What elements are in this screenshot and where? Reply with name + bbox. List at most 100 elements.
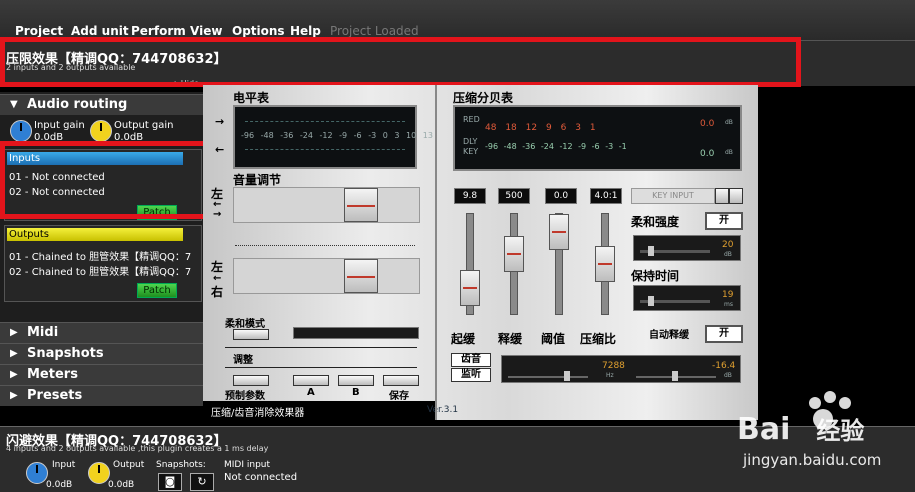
level-meter: -96 -48 -36 -24 -12 -9 -6 -3 0 3 10 13: [233, 105, 433, 169]
softness-slider-thumb[interactable]: [648, 246, 654, 256]
threshold-value: 0.0: [545, 188, 577, 204]
attack-fader[interactable]: [460, 213, 480, 315]
soft-mode-label: 柔和模式: [225, 319, 265, 330]
watermark-brand: Bai 经验: [737, 412, 865, 447]
red-scale: 48 18 12 9 6 3 1: [485, 123, 596, 133]
save-button[interactable]: [383, 375, 419, 386]
ratio-value: 4.0:1: [590, 188, 622, 204]
deess-panel: 7288 Hz -16.4 dB: [501, 355, 741, 383]
soft-mode-button[interactable]: [233, 329, 269, 340]
volume-slider-bottom[interactable]: [233, 258, 420, 294]
threshold-fader[interactable]: [549, 213, 569, 315]
attack-fader-thumb[interactable]: [460, 270, 480, 306]
softness-toggle[interactable]: 开: [705, 212, 743, 230]
volume-slider-thumb[interactable]: [344, 259, 378, 293]
a-label: A: [307, 387, 315, 398]
menu-project[interactable]: Project: [15, 24, 63, 38]
face-footer: 压缩/齿音消除效果器: [203, 401, 435, 420]
hold-slider[interactable]: 19 ms: [633, 285, 741, 311]
b-button[interactable]: [338, 375, 374, 386]
level-scale: -96 -48 -36 -24 -12 -9 -6 -3 0 3 10 13: [241, 131, 433, 140]
menu-help[interactable]: Help: [290, 24, 321, 38]
adjust-label: 调整: [233, 355, 253, 366]
audio-routing-label: Audio routing: [27, 97, 128, 112]
release-fader[interactable]: [504, 213, 524, 315]
volume-title: 音量调节: [233, 173, 282, 187]
key-value: 0.0: [700, 149, 715, 159]
freq-value: 7288: [602, 361, 625, 371]
audio-routing-header[interactable]: ▼ Audio routing: [0, 94, 203, 115]
baidu-watermark: Bai 经验 jingyan.baidu.com: [735, 385, 905, 485]
volume-slider-top[interactable]: [233, 187, 420, 223]
key-input-toggle[interactable]: [729, 188, 743, 204]
threshold-fader-thumb[interactable]: [549, 214, 569, 250]
watermark-url: jingyan.baidu.com: [743, 451, 882, 469]
refresh-icon[interactable]: ↻: [190, 473, 214, 491]
output-gain-knob[interactable]: [90, 120, 112, 142]
hold-slider-thumb[interactable]: [648, 296, 654, 306]
menu-view[interactable]: View: [190, 24, 222, 38]
menu-add-unit[interactable]: Add unit: [71, 24, 129, 38]
input-gain-label: Input gain: [34, 120, 85, 131]
preset-params-label: 预制参数: [225, 391, 265, 402]
plugin2-subtitle: 4 inputs and 2 outputs available ,this p…: [6, 444, 269, 453]
deess-slider-thumb[interactable]: [672, 371, 678, 381]
presets-section[interactable]: ▶ Presets: [0, 385, 203, 406]
ratio-fader[interactable]: [595, 213, 615, 315]
snapshots-label: Snapshots:: [156, 460, 206, 470]
arrow-left-icon: ←: [215, 143, 225, 156]
expand-triangle-icon: ▶: [10, 327, 18, 338]
a-button[interactable]: [293, 375, 329, 386]
meters-section[interactable]: ▶ Meters: [0, 364, 203, 385]
softness-slider[interactable]: 20 dB: [633, 235, 741, 261]
plugin2-output-knob[interactable]: [88, 462, 110, 484]
menu-options[interactable]: Options: [232, 24, 285, 38]
comp-meter-title: 压缩分贝表: [453, 91, 514, 105]
compressor-plugin-face: 电平表 -96 -48 -36 -24 -12 -9 -6 -3 0 3 10 …: [203, 85, 758, 420]
deess-button[interactable]: 齿音: [451, 353, 491, 367]
preset-params-button[interactable]: [233, 375, 269, 386]
menu-bar: Project Add unit Perform View Options He…: [0, 0, 915, 40]
freq-slider-thumb[interactable]: [564, 371, 570, 381]
listen-button[interactable]: 监听: [451, 368, 491, 382]
key-scale: -96 -48 -36 -24 -12 -9 -6 -3 -1: [485, 142, 627, 151]
menu-perform[interactable]: Perform: [131, 24, 186, 38]
camera-icon[interactable]: ◙: [158, 473, 182, 491]
compression-meter: RED DLY KEY 48 18 12 9 6 3 1 -96 -48 -36…: [453, 105, 742, 171]
release-value: 500: [498, 188, 530, 204]
threshold-label: 阈值: [541, 332, 566, 346]
plugin2-input-knob[interactable]: [26, 462, 48, 484]
volume-slider-thumb[interactable]: [344, 188, 378, 222]
expand-triangle-icon: ▶: [10, 369, 18, 380]
snapshots-section[interactable]: ▶ Snapshots: [0, 343, 203, 364]
auto-release-toggle[interactable]: 开: [705, 325, 743, 343]
hold-value: 19: [722, 290, 734, 300]
plugin2-input-label: Input: [52, 460, 76, 470]
output-row[interactable]: 01 - Chained to 胆管效果【精调QQ：7: [9, 248, 191, 263]
arrow-right-icon: →: [215, 115, 225, 128]
b-label: B: [352, 387, 360, 398]
outputs-header: Outputs: [7, 228, 183, 241]
red-value: 0.0: [700, 119, 715, 129]
highlight-box-title: [0, 37, 801, 87]
expand-triangle-icon: ▶: [10, 390, 18, 401]
ratio-fader-thumb[interactable]: [595, 246, 615, 282]
release-fader-thumb[interactable]: [504, 236, 524, 272]
midi-input-label: MIDI input: [224, 460, 271, 470]
output-row[interactable]: 02 - Chained to 胆管效果【精调QQ：7: [9, 263, 191, 278]
key-label: KEY: [463, 147, 479, 156]
plugin-footer-title: 压缩/齿音消除效果器: [211, 408, 305, 419]
key-input-toggle[interactable]: [715, 188, 729, 204]
plugin2-output-label: Output: [113, 460, 145, 470]
project-status: Project Loaded: [330, 24, 419, 38]
ratio-label: 压缩比: [580, 332, 617, 346]
outputs-patch-button[interactable]: Patch: [137, 283, 177, 298]
input-gain-knob[interactable]: [10, 120, 32, 142]
key-input-button[interactable]: KEY INPUT: [631, 188, 715, 204]
hold-label: 保持时间: [631, 269, 680, 283]
softness-value: 20: [722, 240, 734, 250]
level-meter-title: 电平表: [233, 91, 270, 105]
midi-input-value: Not connected: [224, 472, 298, 483]
midi-section[interactable]: ▶ Midi: [0, 322, 203, 343]
output-gain-label: Output gain: [114, 120, 174, 131]
